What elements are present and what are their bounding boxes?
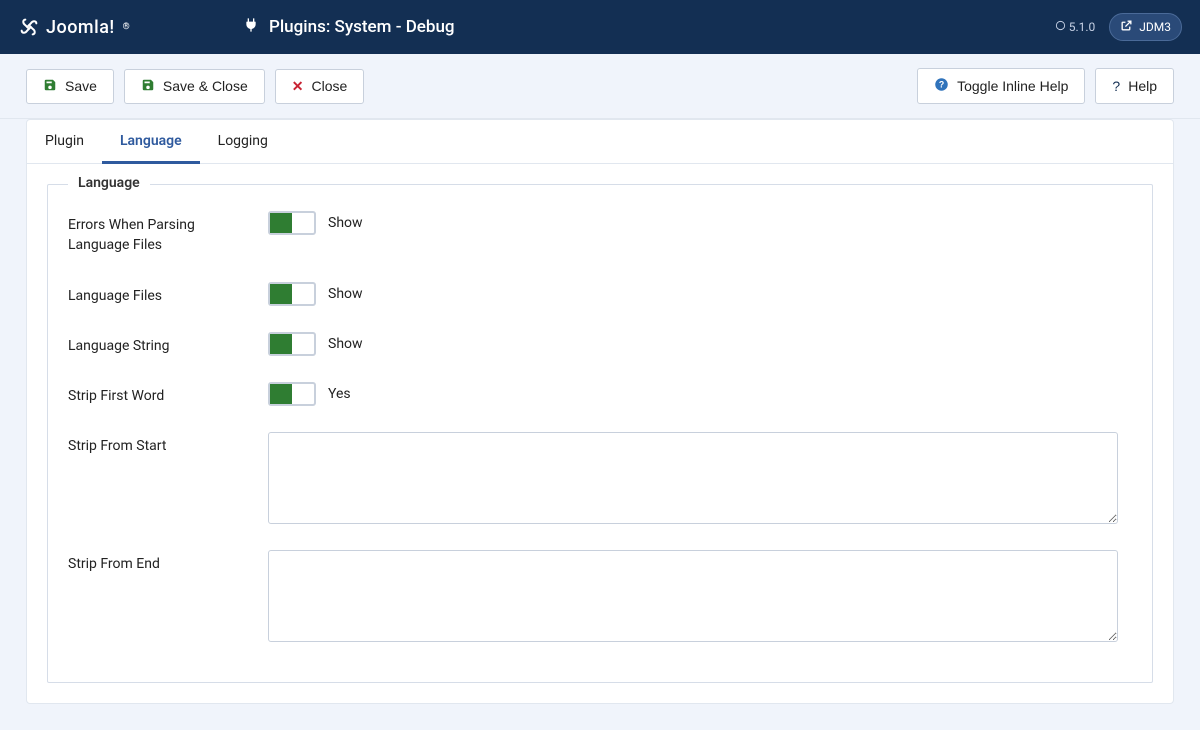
toggle-fill [270, 284, 292, 304]
tab-language[interactable]: Language [102, 121, 200, 164]
joomla-icon [18, 16, 40, 38]
control-errors-parsing: Show [268, 211, 363, 235]
joomla-mini-icon [1055, 20, 1066, 34]
toggle-fill [270, 334, 292, 354]
toggle-errors-parsing[interactable] [268, 211, 316, 235]
field-strip-from-end: Strip From End [68, 550, 1132, 642]
label-strip-first-word: Strip First Word [68, 382, 268, 406]
toolbar-right: ? Toggle Inline Help ? Help [917, 68, 1174, 104]
header-brand: Joomla! ® [18, 16, 243, 38]
save-icon [43, 78, 57, 95]
label-language-string: Language String [68, 332, 268, 356]
toggle-text-language-files: Show [328, 286, 363, 302]
save-button[interactable]: Save [26, 69, 114, 104]
close-button[interactable]: ✕ Close [275, 69, 365, 104]
field-errors-parsing: Errors When Parsing Language Files Show [68, 211, 1132, 256]
version-text: 5.1.0 [1069, 20, 1096, 34]
version-badge[interactable]: 5.1.0 [1055, 20, 1096, 34]
page-title: Plugins: System - Debug [269, 17, 455, 37]
control-strip-from-start [268, 432, 1118, 524]
save-icon [141, 78, 155, 95]
plug-icon [243, 17, 259, 38]
user-menu[interactable]: JDM3 [1109, 13, 1182, 41]
help-button[interactable]: ? Help [1095, 68, 1174, 104]
tab-logging[interactable]: Logging [200, 121, 286, 164]
save-label: Save [65, 78, 97, 94]
textarea-strip-from-end[interactable] [268, 550, 1118, 642]
control-language-string: Show [268, 332, 363, 356]
toggle-language-string[interactable] [268, 332, 316, 356]
external-link-icon [1120, 19, 1133, 35]
fieldset-language: Language Errors When Parsing Language Fi… [47, 184, 1153, 683]
question-circle-icon: ? [934, 77, 949, 95]
toggle-help-label: Toggle Inline Help [957, 78, 1068, 94]
label-strip-from-start: Strip From Start [68, 432, 268, 456]
toggle-strip-first-word[interactable] [268, 382, 316, 406]
fieldset-legend: Language [68, 175, 150, 191]
toggle-text-errors-parsing: Show [328, 215, 363, 231]
field-language-string: Language String Show [68, 332, 1132, 356]
app-header: Joomla! ® Plugins: System - Debug 5.1.0 [0, 0, 1200, 54]
tab-body: Language Errors When Parsing Language Fi… [27, 164, 1173, 703]
svg-text:?: ? [939, 80, 944, 90]
user-name: JDM3 [1139, 20, 1171, 34]
toggle-fill [270, 384, 292, 404]
toggle-language-files[interactable] [268, 282, 316, 306]
label-errors-parsing: Errors When Parsing Language Files [68, 211, 268, 256]
control-language-files: Show [268, 282, 363, 306]
tabs-container: Plugin Language Logging Language Errors … [26, 119, 1174, 704]
tab-plugin[interactable]: Plugin [27, 121, 102, 164]
help-label: Help [1128, 78, 1157, 94]
textarea-strip-from-start[interactable] [268, 432, 1118, 524]
field-language-files: Language Files Show [68, 282, 1132, 306]
field-strip-first-word: Strip First Word Yes [68, 382, 1132, 406]
control-strip-first-word: Yes [268, 382, 351, 406]
toggle-text-language-string: Show [328, 336, 363, 352]
joomla-logo[interactable]: Joomla! ® [18, 16, 130, 38]
question-icon: ? [1112, 78, 1120, 94]
tabs: Plugin Language Logging [27, 120, 1173, 164]
label-strip-from-end: Strip From End [68, 550, 268, 574]
close-icon: ✕ [292, 78, 304, 95]
toggle-text-strip-first-word: Yes [328, 386, 351, 402]
header-right: 5.1.0 JDM3 [1055, 13, 1182, 41]
toolbar: Save Save & Close ✕ Close ? Toggle Inlin… [0, 54, 1200, 119]
save-close-button[interactable]: Save & Close [124, 69, 265, 104]
control-strip-from-end [268, 550, 1118, 642]
field-strip-from-start: Strip From Start [68, 432, 1132, 524]
toggle-fill [270, 213, 292, 233]
label-language-files: Language Files [68, 282, 268, 306]
save-close-label: Save & Close [163, 78, 248, 94]
page-title-wrap: Plugins: System - Debug [243, 17, 455, 38]
trademark-icon: ® [123, 22, 130, 32]
close-label: Close [311, 78, 347, 94]
logo-text: Joomla! [46, 17, 115, 38]
content-area: Plugin Language Logging Language Errors … [0, 119, 1200, 730]
toggle-inline-help-button[interactable]: ? Toggle Inline Help [917, 68, 1085, 104]
